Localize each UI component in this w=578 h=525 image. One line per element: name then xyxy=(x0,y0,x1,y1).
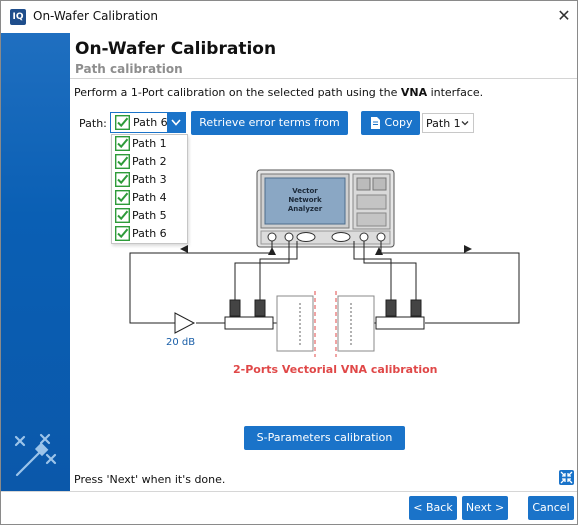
path-option-1[interactable]: Path 1 xyxy=(112,135,187,153)
page-subtitle: Path calibration xyxy=(75,62,183,76)
sparam-check-button[interactable]: S-Parameters calibration check xyxy=(244,426,405,468)
wand-icon xyxy=(14,433,57,477)
instruction-text-before: Perform a 1-Port calibration on the sele… xyxy=(74,86,401,99)
chevron-down-icon[interactable] xyxy=(167,113,185,132)
vna-label-line-3: Analyzer xyxy=(288,205,323,213)
next-button[interactable]: Next > xyxy=(462,496,508,520)
path-option-2[interactable]: Path 2 xyxy=(112,153,187,171)
header-divider xyxy=(70,78,577,79)
path-option-6[interactable]: Path 6 xyxy=(112,225,187,243)
path-option-label: Path 5 xyxy=(132,209,167,222)
path-option-label: Path 1 xyxy=(132,137,167,150)
check-icon xyxy=(115,154,130,169)
footer-hint: Press 'Next' when it's done. xyxy=(74,473,226,486)
calibration-diagram: Vector Network Analyzer xyxy=(129,169,520,357)
check-icon xyxy=(115,208,130,223)
window-title: On-Wafer Calibration xyxy=(33,9,158,23)
path-option-3[interactable]: Path 3 xyxy=(112,171,187,189)
back-button[interactable]: < Back xyxy=(409,496,457,520)
path-option-4[interactable]: Path 4 xyxy=(112,189,187,207)
page-title: On-Wafer Calibration xyxy=(75,39,277,59)
path-option-5[interactable]: Path 5 xyxy=(112,207,187,225)
path-option-label: Path 4 xyxy=(132,191,167,204)
path-dropdown-list: Path 1 Path 2 Path 3 Path 4 Path 5 Path … xyxy=(111,134,188,244)
vna-instrument xyxy=(256,169,395,248)
diagram-caption: 2-Ports Vectorial VNA calibration xyxy=(233,363,438,376)
copy-button-label: Copy xyxy=(384,116,413,129)
close-icon[interactable]: ✕ xyxy=(553,5,575,27)
copy-icon xyxy=(371,117,380,129)
check-icon xyxy=(115,172,130,187)
wizard-window: IQ On-Wafer Calibration ✕ On-Wafer Calib… xyxy=(0,0,578,525)
title-bar: IQ On-Wafer Calibration ✕ xyxy=(1,1,577,33)
instruction-text-after: interface. xyxy=(427,86,484,99)
path-option-label: Path 2 xyxy=(132,155,167,168)
collapse-icon[interactable] xyxy=(559,470,574,485)
path-option-label: Path 3 xyxy=(132,173,167,186)
copy-target-value: Path 1 xyxy=(426,117,461,130)
check-icon xyxy=(115,115,130,130)
copy-target-select[interactable]: Path 1 xyxy=(422,113,474,133)
footer-divider xyxy=(1,491,577,492)
app-icon: IQ xyxy=(10,9,26,25)
check-icon xyxy=(115,226,130,241)
path-select-value: Path 6 xyxy=(133,116,168,129)
check-icon xyxy=(115,136,130,151)
chevron-down-icon xyxy=(461,121,469,126)
amplifier-gain-label: 20 dB xyxy=(166,337,196,348)
instruction-text-bold: VNA xyxy=(400,86,428,99)
vna-label-line-1: Vector xyxy=(292,187,318,195)
check-icon xyxy=(115,190,130,205)
wizard-content: On-Wafer Calibration Path calibration Pe… xyxy=(70,33,577,491)
path-option-label: Path 6 xyxy=(132,227,167,240)
path-label: Path: xyxy=(79,117,107,130)
cancel-button[interactable]: Cancel xyxy=(528,496,574,520)
retrieve-error-terms-button[interactable]: Retrieve error terms from VNA xyxy=(191,111,348,153)
vna-label-line-2: Network xyxy=(288,196,322,204)
copy-button[interactable]: Copy xyxy=(361,111,420,135)
path-select[interactable]: Path 6 xyxy=(110,112,186,133)
wizard-sidebar xyxy=(1,33,70,491)
instruction-text: Perform a 1-Port calibration on the sele… xyxy=(74,86,483,99)
